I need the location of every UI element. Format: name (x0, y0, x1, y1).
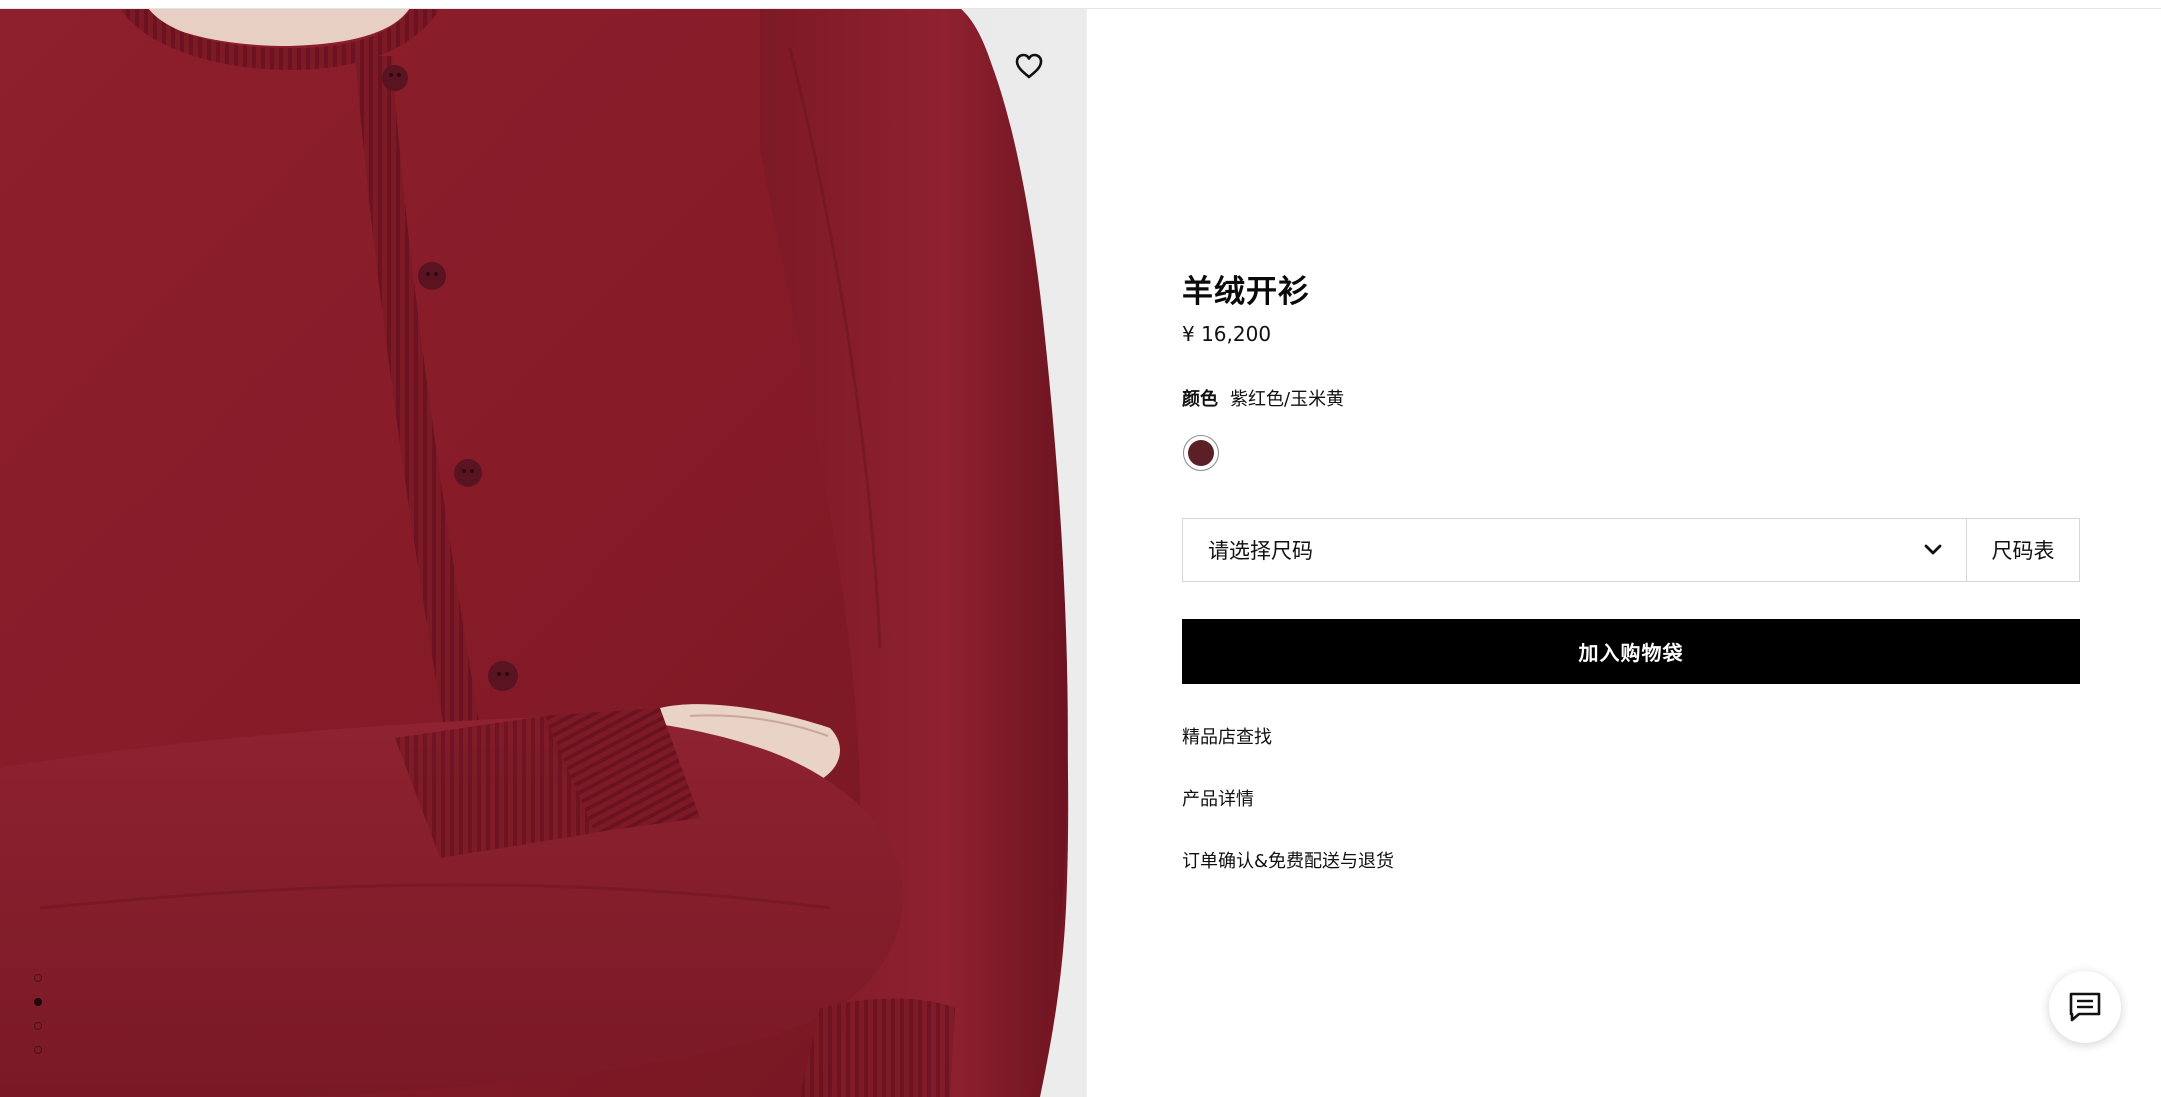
gallery-dot[interactable] (34, 1046, 42, 1054)
product-price: ¥ 16,200 (1182, 322, 1272, 346)
gallery-dot[interactable] (34, 1022, 42, 1030)
size-dropdown-label: 请选择尺码 (1208, 539, 1313, 563)
product-image-gallery[interactable] (0, 8, 1086, 1097)
product-info-panel: 羊绒开衫 ¥ 16,200 颜色 紫红色/玉米黄 请选择尺码 尺码表 加入购物袋… (1086, 8, 2161, 1097)
product-title: 羊绒开衫 (1182, 274, 1310, 310)
product-details-link[interactable]: 产品详情 (1182, 785, 1254, 811)
top-divider (0, 0, 2161, 9)
size-dropdown[interactable]: 请选择尺码 (1183, 519, 1967, 581)
gallery-dot-active[interactable] (34, 998, 42, 1006)
wishlist-button[interactable] (1014, 52, 1050, 88)
gallery-pagination (34, 974, 44, 1054)
add-to-bag-button[interactable]: 加入购物袋 (1182, 619, 2080, 684)
color-swatch[interactable] (1183, 435, 1219, 471)
color-label: 颜色 (1182, 389, 1218, 410)
size-guide-button[interactable]: 尺码表 (1967, 519, 2079, 581)
shipping-returns-link[interactable]: 订单确认&免费配送与退货 (1182, 847, 1394, 873)
chat-icon (2069, 992, 2101, 1022)
heart-icon (1015, 53, 1043, 79)
chevron-down-icon (1924, 544, 1942, 555)
color-swatch-fill (1188, 440, 1214, 466)
gallery-dot[interactable] (34, 974, 42, 982)
color-row: 颜色 紫红色/玉米黄 (1182, 385, 1344, 411)
product-photo (0, 8, 1086, 1097)
size-selector-row: 请选择尺码 尺码表 (1182, 518, 2080, 582)
store-finder-link[interactable]: 精品店查找 (1182, 723, 1272, 749)
color-value: 紫红色/玉米黄 (1230, 389, 1345, 410)
chat-button[interactable] (2049, 971, 2121, 1043)
